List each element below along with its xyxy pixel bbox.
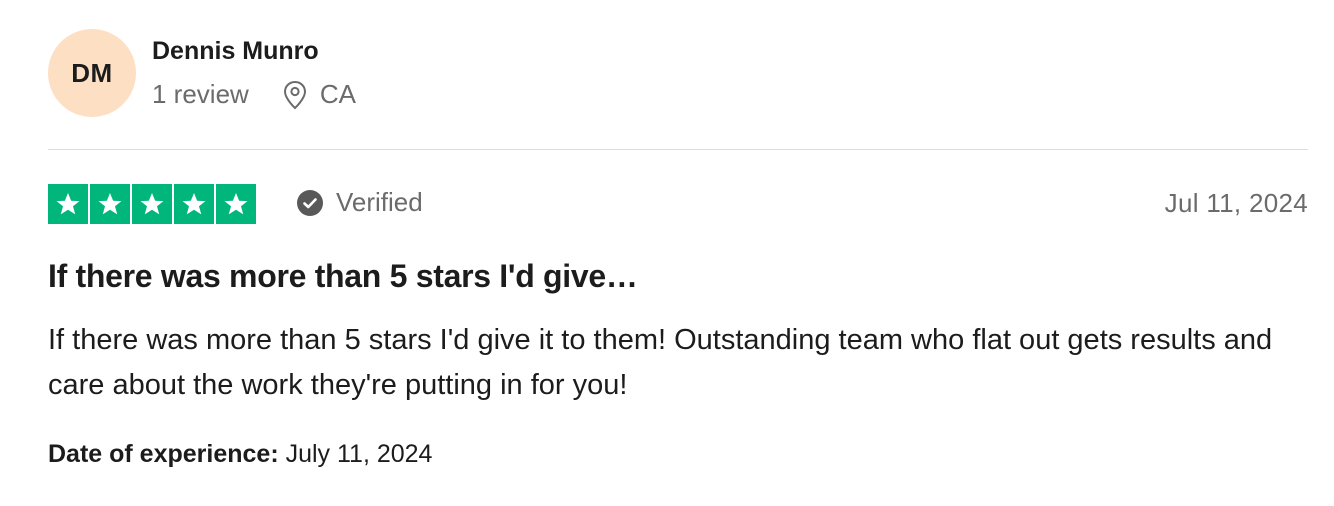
star-icon xyxy=(174,184,214,224)
date-of-experience: Date of experience: July 11, 2024 xyxy=(48,440,432,469)
star-icon xyxy=(48,184,88,224)
star-rating xyxy=(48,184,256,224)
location-text: CA xyxy=(319,79,356,109)
avatar[interactable]: DM xyxy=(48,29,136,117)
reviewer-location: CA xyxy=(282,79,356,110)
experience-label: Date of experience: xyxy=(48,440,279,468)
star-icon xyxy=(132,184,172,224)
review-date: Jul 11, 2024 xyxy=(1164,188,1308,218)
star-icon xyxy=(216,184,256,224)
verified-label: Verified xyxy=(336,187,423,217)
location-pin-icon xyxy=(282,80,308,110)
experience-date: July 11, 2024 xyxy=(285,440,433,468)
reviewer-header: DM Dennis Munro 1 review CA xyxy=(48,29,648,117)
rating-row: Verified Jul 11, 2024 xyxy=(48,184,1308,224)
reviewer-meta: 1 review CA xyxy=(152,79,356,110)
review-count: 1 review xyxy=(152,79,249,109)
verified-badge[interactable]: Verified xyxy=(296,187,423,218)
reviewer-name[interactable]: Dennis Munro xyxy=(152,37,319,66)
check-circle-icon xyxy=(296,189,324,217)
review-title[interactable]: If there was more than 5 stars I'd give… xyxy=(48,258,638,295)
star-icon xyxy=(90,184,130,224)
divider xyxy=(48,149,1308,150)
review-card: DM Dennis Munro 1 review CA Verified Jul… xyxy=(48,0,1308,506)
review-body: If there was more than 5 stars I'd give … xyxy=(48,324,1273,401)
